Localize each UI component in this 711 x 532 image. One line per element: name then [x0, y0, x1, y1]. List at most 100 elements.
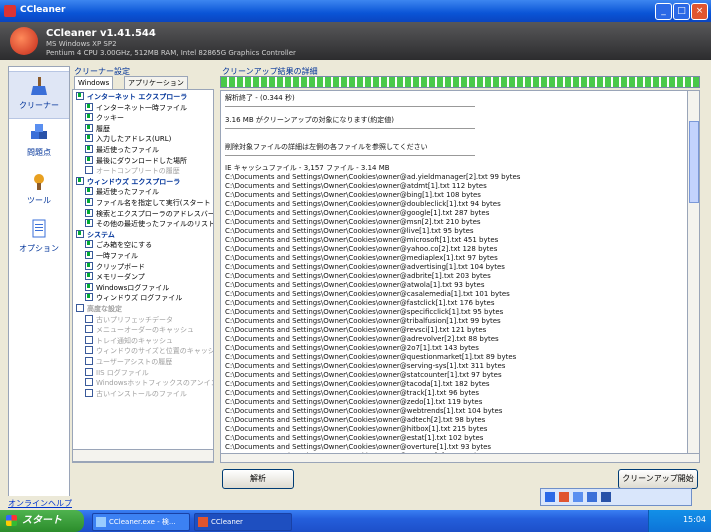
tree-item[interactable]: 古いプリフェッチデータ — [85, 314, 173, 325]
file-entry: C:\Documents and Settings\Owner\Cookies\… — [225, 236, 499, 244]
results-vertical-scrollbar[interactable] — [687, 90, 700, 454]
checkbox[interactable] — [85, 251, 93, 259]
tree-item[interactable]: IIS ログファイル — [85, 367, 149, 378]
run-cleaner-button[interactable]: クリーンアップ開始 — [618, 469, 698, 489]
file-entry: C:\Documents and Settings\Owner\Cookies\… — [225, 434, 484, 442]
tree-item[interactable]: 履歴 — [85, 123, 110, 134]
checkbox[interactable] — [85, 378, 93, 387]
checkbox[interactable] — [85, 198, 93, 206]
tree-item[interactable]: トレイ通知のキャッシュ — [85, 335, 173, 346]
checkbox[interactable] — [85, 187, 93, 196]
tree-item[interactable]: クッキー — [85, 113, 124, 123]
checkbox[interactable] — [85, 240, 93, 249]
tree-item[interactable]: ユーザーアシストの履歴 — [85, 357, 173, 367]
checkbox[interactable] — [85, 113, 93, 122]
system-tray[interactable]: 15:04 — [648, 510, 711, 532]
checkbox[interactable] — [85, 367, 93, 376]
close-button[interactable]: × — [691, 3, 708, 20]
checkbox[interactable] — [76, 92, 84, 100]
tree-item[interactable]: Windowsホットフィックスのアンインストーラ — [85, 378, 213, 388]
file-list-header: IE キャッシュファイル - 3,157 ファイル - 3.14 MB — [225, 164, 390, 172]
file-entry: C:\Documents and Settings\Owner\Cookies\… — [225, 281, 485, 289]
language-bar[interactable] — [540, 488, 692, 506]
tree-item[interactable]: ファイル名を指定して実行(スタート — [85, 198, 211, 208]
tree-item[interactable]: インターネット一時ファイル — [85, 102, 187, 113]
tree-item[interactable]: Windowsログファイル — [85, 282, 169, 293]
tree-item[interactable]: その他の最近使ったファイルのリスト — [85, 219, 213, 229]
tree-item[interactable]: 最近使ったファイル — [85, 145, 159, 155]
results-horizontal-scrollbar[interactable] — [220, 453, 700, 463]
checkbox[interactable] — [85, 219, 93, 228]
settings-icon[interactable] — [587, 492, 597, 502]
checkbox[interactable] — [85, 102, 93, 111]
checkbox[interactable] — [85, 314, 93, 323]
nav-options[interactable]: オプション — [9, 215, 69, 261]
input-mode-icon[interactable] — [559, 492, 569, 502]
tree-item[interactable]: ごみ箱を空にする — [85, 240, 152, 250]
ime-icon[interactable] — [545, 492, 555, 502]
checkbox[interactable] — [85, 325, 93, 334]
checkbox[interactable] — [85, 346, 93, 355]
keyboard-icon[interactable] — [573, 492, 583, 502]
tree-item[interactable]: 一時ファイル — [85, 251, 138, 261]
options-tree[interactable]: インターネット エクスプローラ インターネット一時ファイル クッキー 履歴 入力したアド… — [72, 89, 214, 463]
taskbar-item-ccleaner[interactable]: CCleaner — [194, 513, 292, 531]
taskbar-item-explorer[interactable]: CCleaner.exe - 検... — [92, 513, 190, 531]
nav-tools-label: ツール — [27, 196, 51, 205]
tree-label: システム — [87, 230, 115, 239]
tree-item[interactable]: 最近使ったファイル — [85, 187, 159, 197]
tab-windows[interactable]: Windows — [74, 76, 114, 89]
file-entry: C:\Documents and Settings\Owner\Cookies\… — [225, 182, 487, 190]
file-entry: C:\Documents and Settings\Owner\Cookies\… — [225, 245, 498, 253]
checkbox[interactable] — [85, 134, 93, 143]
file-entry: C:\Documents and Settings\Owner\Cookies\… — [225, 425, 488, 433]
tab-applications[interactable]: アプリケーション — [124, 76, 188, 89]
tree-category[interactable]: 高度な設定 — [76, 304, 122, 314]
tree-item[interactable]: オートコンプリートの履歴 — [85, 166, 180, 176]
tree-item[interactable]: 入力したアドレス(URL) — [85, 134, 171, 144]
checkbox[interactable] — [76, 229, 84, 238]
tree-item[interactable]: クリップボード — [85, 261, 145, 272]
start-button[interactable]: スタート — [0, 510, 84, 532]
file-entry: C:\Documents and Settings\Owner\Cookies\… — [225, 173, 521, 181]
tree-item[interactable]: ウィンドウのサイズと位置のキャッシュ — [85, 346, 213, 356]
checkbox[interactable] — [85, 123, 93, 132]
tree-label: ユーザーアシストの履歴 — [96, 358, 173, 366]
checkbox[interactable] — [85, 166, 93, 175]
tree-item[interactable]: ウィンドウズ ログファイル — [85, 293, 182, 303]
checkbox[interactable] — [76, 304, 84, 312]
maximize-button[interactable]: □ — [673, 3, 690, 20]
checkbox[interactable] — [85, 208, 93, 217]
checkbox[interactable] — [85, 293, 93, 302]
tree-item[interactable]: 古いインストールのファイル — [85, 388, 187, 399]
minimize-button[interactable]: _ — [655, 3, 672, 20]
tree-item[interactable]: 検索とエクスプローラのアドレスバー — [85, 208, 213, 219]
checkbox[interactable] — [85, 335, 93, 344]
help-icon[interactable] — [601, 492, 611, 502]
tree-item[interactable]: 最後にダウンロードした場所 — [85, 155, 187, 166]
scroll-thumb[interactable] — [689, 121, 699, 203]
results-list[interactable]: 解析終了 - (0.344 秒) 3.16 MB がクリーンアップの対象になります… — [220, 90, 688, 454]
nav-cleaner[interactable]: クリーナー — [9, 71, 69, 119]
analyze-button[interactable]: 解析 — [222, 469, 294, 489]
tree-item[interactable]: メモリーダンプ — [85, 272, 145, 282]
options-horizontal-scrollbar[interactable] — [72, 449, 214, 462]
checkbox[interactable] — [85, 272, 93, 281]
checkbox[interactable] — [85, 145, 93, 153]
title-bar[interactable]: CCleaner _ □ × — [0, 0, 711, 22]
tree-category[interactable]: ウィンドウズ エクスプローラ — [76, 176, 180, 187]
file-entry: C:\Documents and Settings\Owner\Cookies\… — [225, 191, 481, 199]
options-document-icon — [32, 219, 46, 238]
tree-item[interactable]: メニューオーダーのキャッシュ — [85, 325, 194, 335]
checkbox[interactable] — [85, 388, 93, 397]
checkbox[interactable] — [85, 357, 93, 365]
checkbox[interactable] — [85, 155, 93, 164]
nav-issues[interactable]: 問題点 — [9, 119, 69, 165]
nav-tools[interactable]: ツール — [9, 167, 69, 213]
checkbox[interactable] — [85, 282, 93, 291]
tree-category[interactable]: インターネット エクスプローラ — [76, 92, 187, 102]
tree-category[interactable]: システム — [76, 229, 115, 240]
checkbox[interactable] — [76, 176, 84, 185]
checkbox[interactable] — [85, 261, 93, 270]
online-help-link[interactable]: オンラインヘルプ — [8, 498, 72, 509]
